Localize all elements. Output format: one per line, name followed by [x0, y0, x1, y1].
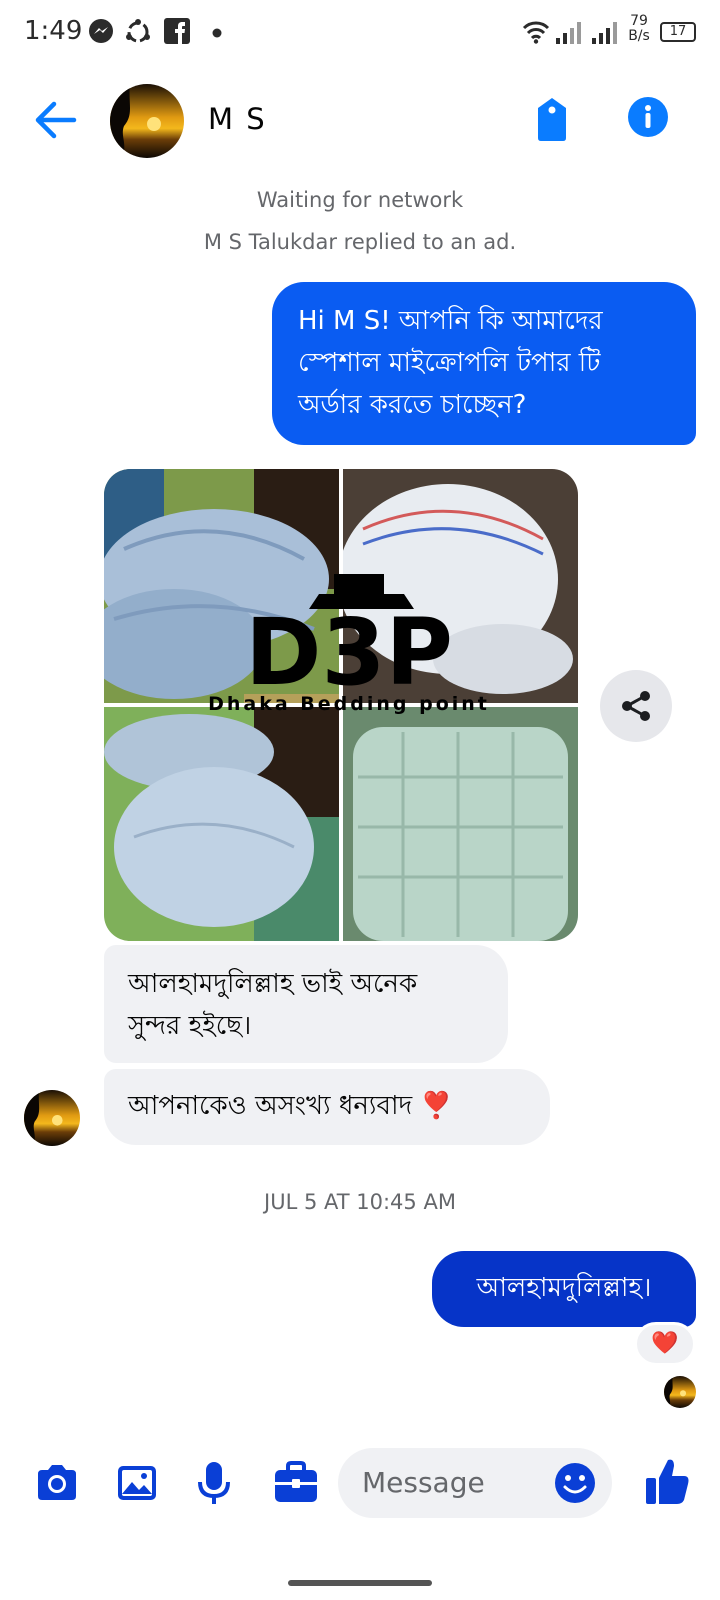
message-input[interactable] [362, 1460, 542, 1504]
message-line: আলহামদুলিল্লাহ ভাই অনেক [128, 969, 418, 999]
emoji-icon[interactable] [554, 1462, 596, 1504]
reaction-badge[interactable]: ❤️ [634, 1322, 696, 1366]
battery-level: 17 [669, 24, 687, 39]
share-button[interactable] [600, 670, 672, 742]
ad-reply-note: M S Talukdar replied to an ad. [203, 230, 517, 254]
status-time: 1:49 [24, 16, 83, 46]
dot-icon [212, 28, 222, 38]
camera-icon[interactable] [34, 1460, 80, 1506]
conversation-header: M S [0, 66, 720, 178]
battery-icon: 17 [660, 22, 696, 42]
message-line: সুন্দর হইছে। [128, 1011, 252, 1041]
message-text: আপনাকেও অসংখ্য ধন্যবাদ [128, 1091, 413, 1121]
net-speed-value: 79 [630, 13, 648, 29]
sync-icon [126, 19, 150, 43]
message-line: Hi M S! আপনি কি আমাদের [298, 306, 603, 336]
seen-avatar [664, 1376, 696, 1408]
gesture-bar[interactable] [288, 1580, 432, 1586]
thumbs-up-icon[interactable] [644, 1456, 690, 1506]
contact-avatar-small[interactable] [24, 1090, 80, 1146]
back-arrow-icon[interactable] [30, 98, 80, 142]
watermark-logo: D3P Dhaka Bedding point [208, 574, 490, 714]
watermark-text: D3P [245, 599, 453, 706]
photo-tile[interactable] [104, 707, 339, 941]
outgoing-message[interactable]: Hi M S! আপনি কি আমাদের স্পেশাল মাইক্রোপল… [272, 282, 696, 445]
net-speed-unit: B/s [628, 28, 650, 44]
message-composer [0, 1436, 720, 1532]
briefcase-icon[interactable] [272, 1460, 320, 1506]
share-icon [622, 691, 650, 721]
heart-reaction: ❤️ [651, 1331, 679, 1356]
microphone-icon[interactable] [196, 1460, 232, 1508]
messenger-icon [89, 19, 113, 43]
message-line: অর্ডার করতে চাচ্ছেন? [298, 390, 527, 420]
photo-collage[interactable]: D3P Dhaka Bedding point [104, 469, 578, 941]
photo-tile[interactable] [343, 707, 578, 941]
contact-name[interactable]: M S [208, 102, 267, 136]
message-input-container[interactable] [338, 1448, 612, 1518]
message-text: আলহামদুলিল্লাহ। [476, 1273, 652, 1303]
contact-avatar[interactable] [110, 84, 184, 158]
tag-icon[interactable] [532, 96, 572, 142]
signal-icon [556, 22, 581, 44]
message-line: স্পেশাল মাইক্রোপলি টপার টি [298, 348, 601, 378]
gallery-icon[interactable] [114, 1460, 160, 1506]
watermark-sub: Dhaka Bedding point [208, 693, 490, 714]
status-bar: 1:49 79 B/s 17 [0, 0, 720, 66]
info-icon[interactable] [627, 96, 669, 138]
message-timestamp: JUL 5 AT 10:45 AM [264, 1190, 456, 1214]
heart-exclamation-emoji: ❣️ [420, 1091, 453, 1121]
signal-icon-2 [592, 22, 617, 44]
incoming-message[interactable]: আলহামদুলিল্লাহ ভাই অনেক সুন্দর হইছে। [104, 945, 508, 1063]
network-status: Waiting for network [256, 188, 464, 212]
wifi-icon [522, 21, 550, 44]
facebook-icon [164, 18, 190, 44]
incoming-message[interactable]: আপনাকেও অসংখ্য ধন্যবাদ ❣️ [104, 1069, 550, 1145]
outgoing-message[interactable]: আলহামদুলিল্লাহ। [432, 1251, 696, 1327]
